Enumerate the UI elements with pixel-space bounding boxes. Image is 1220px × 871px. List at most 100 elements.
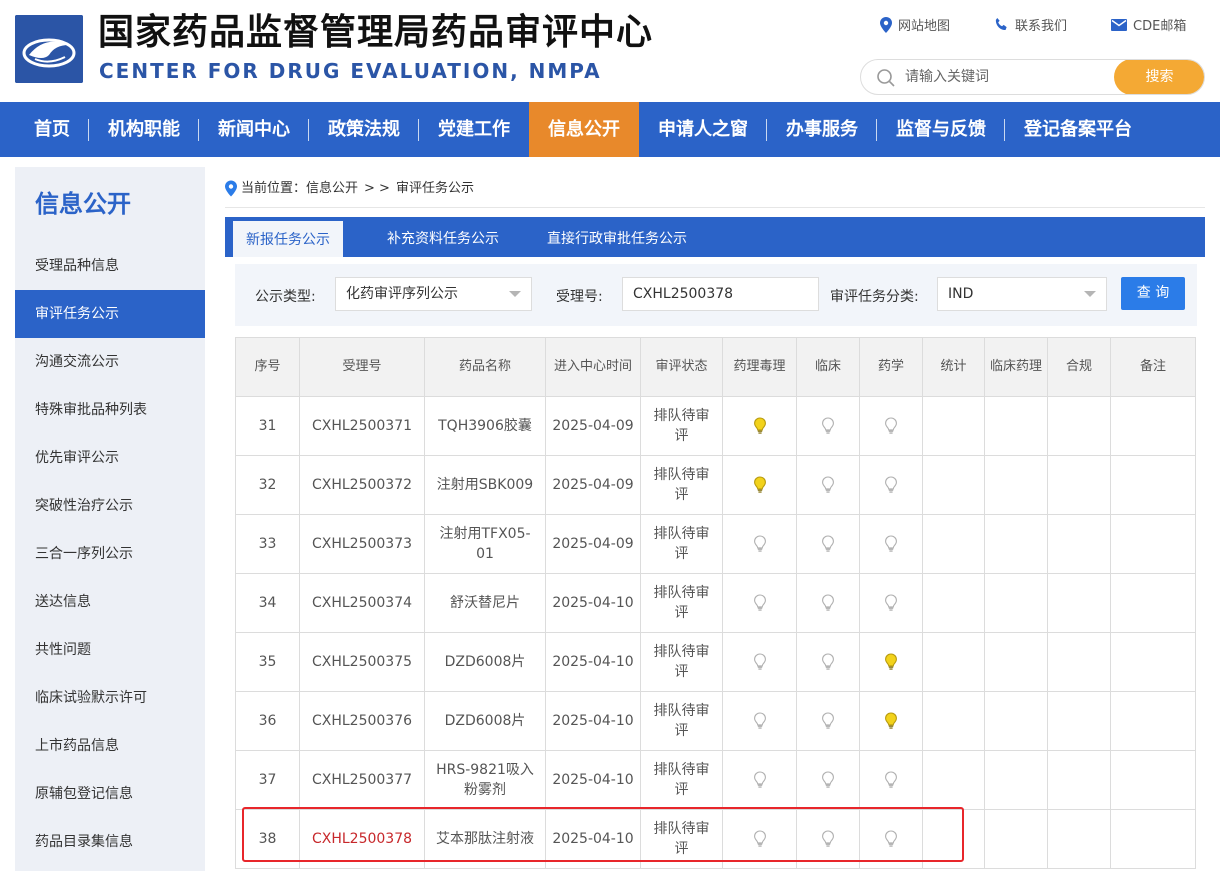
- pharm-status-cell: [722, 632, 797, 692]
- nav-item-9[interactable]: 登记备案平台: [1005, 102, 1151, 157]
- site-title: 国家药品监督管理局药品审评中心: [98, 12, 654, 53]
- pharm-status-cell: [722, 809, 797, 869]
- tab-supplement-tasks[interactable]: 补充资料任务公示: [371, 217, 515, 257]
- chem-status-cell: [859, 632, 923, 692]
- sidebar-item-0[interactable]: 受理品种信息: [15, 242, 205, 290]
- nav-item-1[interactable]: 机构职能: [89, 102, 199, 157]
- review-status: 排队待审评: [640, 750, 723, 810]
- lightbulb-on-icon: [753, 476, 767, 493]
- chem-status-cell: [859, 396, 923, 456]
- entry-date: 2025-04-10: [545, 573, 641, 633]
- clin-pharm-cell: [984, 514, 1048, 574]
- category-select[interactable]: IND: [937, 277, 1107, 311]
- sidebar-item-11[interactable]: 原辅包登记信息: [15, 770, 205, 818]
- map-pin-icon: [880, 16, 892, 33]
- chem-status-cell: [859, 750, 923, 810]
- cde-mail-label: CDE邮箱: [1133, 19, 1187, 34]
- search-input[interactable]: [905, 60, 1115, 94]
- chem-status-cell: [859, 573, 923, 633]
- sidebar-item-3[interactable]: 特殊审批品种列表: [15, 386, 205, 434]
- sidebar-item-2[interactable]: 沟通交流公示: [15, 338, 205, 386]
- nav-item-4[interactable]: 党建工作: [419, 102, 529, 157]
- sidebar-item-12[interactable]: 药品目录集信息: [15, 818, 205, 866]
- lightbulb-off-icon: [884, 594, 898, 611]
- sidebar-title: 信息公开: [35, 190, 131, 218]
- acceptance-number: CXHL2500376: [299, 691, 425, 751]
- lightbulb-off-icon: [821, 653, 835, 670]
- entry-date: 2025-04-09: [545, 455, 641, 515]
- category-select-value: IND: [948, 286, 974, 302]
- tab-new-tasks[interactable]: 新报任务公示: [233, 221, 343, 257]
- remarks-cell: [1110, 455, 1196, 515]
- lightbulb-off-icon: [753, 771, 767, 788]
- type-select-value: 化药审评序列公示: [346, 286, 458, 302]
- sidebar-item-8[interactable]: 共性问题: [15, 626, 205, 674]
- number-input[interactable]: CXHL2500378: [622, 277, 819, 311]
- site-subtitle: CENTER FOR DRUG EVALUATION, NMPA: [99, 59, 602, 83]
- clin-pharm-cell: [984, 632, 1048, 692]
- acceptance-number: CXHL2500375: [299, 632, 425, 692]
- remarks-cell: [1110, 514, 1196, 574]
- row-number: 33: [235, 514, 300, 574]
- lightbulb-off-icon: [821, 417, 835, 434]
- clin-pharm-cell: [984, 396, 1048, 456]
- acceptance-number: CXHL2500371: [299, 396, 425, 456]
- clin-pharm-cell: [984, 455, 1048, 515]
- sidebar-item-1[interactable]: 审评任务公示: [15, 290, 205, 338]
- stats-cell: [922, 632, 985, 692]
- row-number: 38: [235, 809, 300, 869]
- clin-status-cell: [796, 809, 860, 869]
- chem-status-cell: [859, 514, 923, 574]
- row-number: 31: [235, 396, 300, 456]
- acceptance-number: CXHL2500372: [299, 455, 425, 515]
- sidebar-item-10[interactable]: 上市药品信息: [15, 722, 205, 770]
- lightbulb-off-icon: [884, 417, 898, 434]
- nav-item-8[interactable]: 监督与反馈: [877, 102, 1005, 157]
- sidebar-item-4[interactable]: 优先审评公示: [15, 434, 205, 482]
- cde-mail-link[interactable]: CDE邮箱: [1111, 15, 1186, 34]
- clin-pharm-cell: [984, 573, 1048, 633]
- sidebar-item-6[interactable]: 三合一序列公示: [15, 530, 205, 578]
- clin-status-cell: [796, 455, 860, 515]
- sitemap-link[interactable]: 网站地图: [880, 15, 950, 34]
- drug-name: 注射用TFX05-01: [424, 514, 546, 574]
- compliance-cell: [1047, 514, 1111, 574]
- contact-link[interactable]: 联系我们: [994, 15, 1067, 34]
- nav-item-2[interactable]: 新闻中心: [199, 102, 309, 157]
- type-select[interactable]: 化药审评序列公示: [335, 277, 532, 311]
- search-button[interactable]: 搜索: [1114, 60, 1204, 94]
- logo-icon[interactable]: [15, 15, 83, 83]
- nav-item-0[interactable]: 首页: [15, 102, 89, 157]
- lightbulb-on-icon: [884, 712, 898, 729]
- column-header-11: 备注: [1110, 337, 1196, 397]
- sidebar-item-9[interactable]: 临床试验默示许可: [15, 674, 205, 722]
- review-status: 排队待审评: [640, 514, 723, 574]
- chevron-down-icon: [509, 291, 521, 297]
- column-header-0: 序号: [235, 337, 300, 397]
- clin-status-cell: [796, 514, 860, 574]
- stats-cell: [922, 750, 985, 810]
- nav-item-7[interactable]: 办事服务: [767, 102, 877, 157]
- nav-item-5[interactable]: 信息公开: [529, 102, 639, 157]
- breadcrumb-prefix[interactable]: 当前位置：信息公开: [241, 178, 358, 200]
- tab-direct-approval-tasks[interactable]: 直接行政审批任务公示: [537, 217, 697, 257]
- acceptance-number: CXHL2500374: [299, 573, 425, 633]
- remarks-cell: [1110, 750, 1196, 810]
- nav-item-3[interactable]: 政策法规: [309, 102, 419, 157]
- remarks-cell: [1110, 632, 1196, 692]
- contact-label: 联系我们: [1015, 19, 1068, 34]
- sidebar-item-7[interactable]: 送达信息: [15, 578, 205, 626]
- top-links: 网站地图 联系我们 CDE邮箱: [880, 15, 1186, 34]
- table-row: 35 CXHL2500375 DZD6008片 2025-04-10 排队待审评: [235, 632, 1196, 692]
- column-header-2: 药品名称: [424, 337, 546, 397]
- nav-item-6[interactable]: 申请人之窗: [639, 102, 767, 157]
- column-header-8: 统计: [922, 337, 985, 397]
- query-button[interactable]: 查 询: [1121, 277, 1185, 310]
- column-header-10: 合规: [1047, 337, 1111, 397]
- sidebar: 信息公开 受理品种信息 审评任务公示 沟通交流公示 特殊审批品种列表 优先审评公示 突破性…: [15, 167, 205, 871]
- lightbulb-off-icon: [821, 476, 835, 493]
- review-status: 排队待审评: [640, 632, 723, 692]
- stats-cell: [922, 396, 985, 456]
- type-label: 公示类型:: [255, 289, 316, 305]
- sidebar-item-5[interactable]: 突破性治疗公示: [15, 482, 205, 530]
